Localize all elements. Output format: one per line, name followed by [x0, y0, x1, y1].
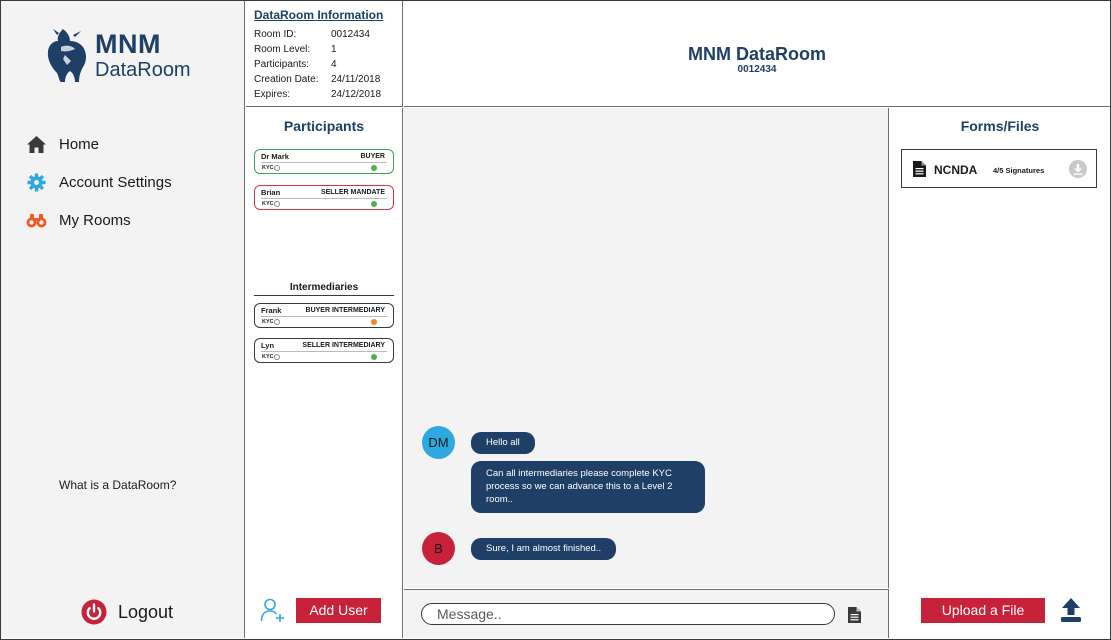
info-row-expires: Expires: 24/12/2018	[254, 87, 402, 102]
chat-message: Hello all	[471, 432, 535, 454]
card-divider	[261, 316, 387, 317]
file-name: NCNDA	[934, 163, 978, 177]
card-divider	[261, 351, 387, 352]
what-is-dataroom-link[interactable]: What is a DataRoom?	[59, 478, 176, 492]
participant-card-brian[interactable]: Brian SELLER MANDATE KYC	[254, 185, 394, 210]
files-panel: Forms/Files NCNDA 4/5 Signatures Upload …	[890, 108, 1110, 638]
participant-name: Frank	[261, 306, 282, 315]
status-dot-icon	[371, 201, 377, 207]
info-value: 1	[331, 44, 337, 55]
status-dot-icon	[371, 354, 377, 360]
participant-role: SELLER INTERMEDIARY	[302, 342, 385, 349]
message-composer	[404, 589, 889, 638]
upload-file-button[interactable]: Upload a File	[921, 597, 1045, 623]
info-key: Room ID:	[254, 29, 297, 40]
binoculars-icon	[25, 209, 47, 231]
document-icon	[913, 161, 926, 177]
info-value: 24/11/2018	[331, 74, 381, 85]
info-key: Expires:	[254, 89, 291, 100]
card-divider	[261, 198, 387, 199]
attach-file-icon[interactable]	[848, 607, 861, 623]
info-row-room-id: Room ID: 0012434	[254, 27, 402, 42]
file-signature-count: 4/5 Signatures	[993, 166, 1045, 175]
main-nav: Home Account Settings My Rooms	[25, 125, 172, 239]
brand-name-line2: DataRoom	[95, 59, 191, 81]
kyc-label: KYC	[262, 165, 274, 171]
nav-item-home[interactable]: Home	[25, 125, 172, 163]
info-key: Participants:	[254, 59, 310, 70]
participant-name: Lyn	[261, 341, 275, 350]
files-title: Forms/Files	[960, 118, 1040, 134]
bull-logo-icon	[47, 29, 86, 82]
kyc-status-icon	[274, 165, 280, 171]
info-title: DataRoom Information	[254, 8, 384, 22]
nav-item-label: Home	[59, 135, 100, 153]
dataroom-info-panel: DataRoom Information Room ID: 0012434 Ro…	[246, 1, 403, 107]
status-dot-icon	[371, 319, 377, 325]
nav-item-my-rooms[interactable]: My Rooms	[25, 201, 172, 239]
info-row-participants: Participants: 4	[254, 57, 402, 72]
room-id-subtitle: 0012434	[737, 64, 777, 75]
intermediary-card-lyn[interactable]: Lyn SELLER INTERMEDIARY KYC	[254, 338, 394, 363]
nav-item-account-settings[interactable]: Account Settings	[25, 163, 172, 201]
kyc-label: KYC	[262, 319, 274, 325]
nav-item-label: My Rooms	[59, 211, 131, 229]
sidebar: MNM DataRoom Home Account Settings My Ro…	[1, 1, 245, 638]
room-title: MNM DataRoom	[688, 44, 826, 64]
nav-item-label: Account Settings	[59, 173, 172, 191]
participant-role: BUYER INTERMEDIARY	[305, 307, 385, 314]
power-icon	[81, 599, 107, 625]
download-icon[interactable]	[1069, 160, 1087, 178]
home-icon	[25, 133, 47, 155]
brand-logo[interactable]: MNM DataRoom	[43, 25, 213, 85]
status-dot-icon	[371, 165, 377, 171]
kyc-status-icon	[274, 354, 280, 360]
info-key: Creation Date:	[254, 74, 319, 85]
participants-title: Participants	[283, 118, 365, 134]
add-user-row: Add User	[260, 597, 381, 623]
participant-role: SELLER MANDATE	[320, 189, 385, 196]
logout-label: Logout	[118, 601, 174, 622]
participant-role: BUYER	[360, 153, 385, 160]
info-value: 4	[331, 59, 337, 70]
participants-panel: Participants Dr Mark BUYER KYC Brian SEL…	[246, 108, 403, 638]
info-value: 24/12/2018	[331, 89, 382, 100]
avatar: DM	[422, 426, 455, 459]
participant-card-dr-mark[interactable]: Dr Mark BUYER KYC	[254, 149, 394, 174]
kyc-label: KYC	[262, 201, 274, 207]
avatar: B	[422, 532, 455, 565]
chat-message: Sure, I am almost finished..	[471, 538, 617, 560]
chat-message: Can all intermediaries please complete K…	[471, 461, 705, 513]
message-input[interactable]	[421, 603, 835, 625]
info-row-room-level: Room Level: 1	[254, 42, 402, 57]
upload-row: Upload a File	[921, 597, 1082, 623]
file-item-ncnda[interactable]: NCNDA 4/5 Signatures	[901, 149, 1097, 188]
logout-button[interactable]: Logout	[81, 599, 173, 625]
intermediaries-title: Intermediaries	[254, 282, 394, 296]
info-key: Room Level:	[254, 44, 311, 55]
intermediary-card-frank[interactable]: Frank BUYER INTERMEDIARY KYC	[254, 303, 394, 328]
info-row-creation-date: Creation Date: 24/11/2018	[254, 72, 402, 87]
room-header: MNM DataRoom 0012434	[404, 1, 1110, 107]
chat-panel: DM Hello all Can all intermediaries plea…	[404, 108, 889, 588]
brand-name-line1: MNM	[95, 29, 161, 59]
participant-name: Dr Mark	[261, 152, 289, 161]
upload-icon[interactable]	[1060, 597, 1082, 623]
kyc-label: KYC	[262, 354, 274, 360]
participant-name: Brian	[261, 188, 281, 197]
info-value: 0012434	[331, 29, 370, 40]
card-divider	[261, 162, 387, 163]
add-user-button[interactable]: Add User	[296, 597, 381, 623]
add-user-icon[interactable]	[260, 597, 286, 623]
kyc-status-icon	[274, 201, 280, 207]
gear-icon	[25, 171, 47, 193]
kyc-status-icon	[274, 319, 280, 325]
